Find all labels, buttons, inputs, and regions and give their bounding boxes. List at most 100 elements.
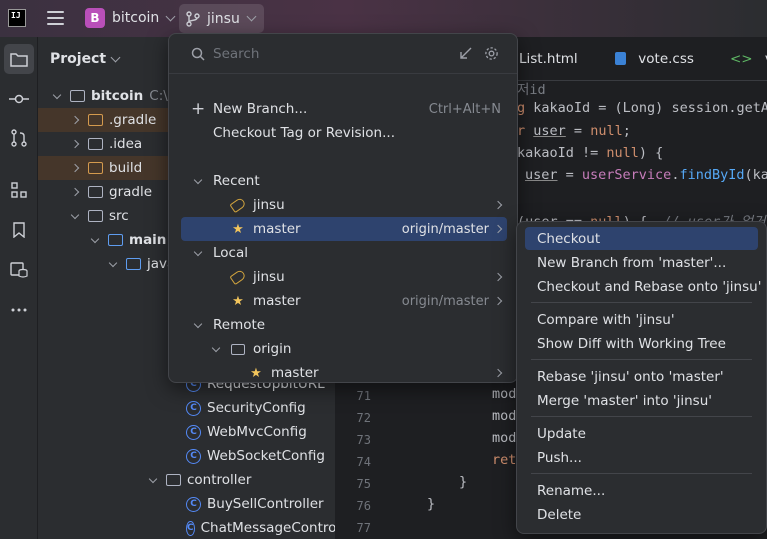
tree-label: WebSocketConfig xyxy=(207,448,325,464)
section-label: Local xyxy=(213,245,248,261)
class-icon: C xyxy=(186,424,201,440)
main-menu-icon[interactable] xyxy=(47,11,64,25)
tree-row-class[interactable]: C WebSocketConfig xyxy=(38,444,335,468)
delete-item[interactable]: Delete xyxy=(525,503,758,526)
branch-name: master xyxy=(253,293,301,309)
intellij-logo: IJ xyxy=(8,9,26,27)
tree-label: WebMvcConfig xyxy=(207,424,307,440)
branch-item[interactable]: jinsu xyxy=(169,193,517,217)
folder-blue-icon xyxy=(108,234,123,246)
tree-label: gradle xyxy=(109,184,153,200)
tree-label: SecurityConfig xyxy=(207,400,306,416)
folder-icon xyxy=(88,186,103,198)
merge-item[interactable]: Merge 'master' into 'jinsu' xyxy=(525,389,758,412)
tracking-branch: origin/master xyxy=(401,293,489,309)
update-item[interactable]: Update xyxy=(525,422,758,445)
tree-label: controller xyxy=(187,472,252,488)
folder-label: origin xyxy=(253,341,292,357)
branch-search-input[interactable] xyxy=(213,44,443,64)
code-line: 저id xyxy=(517,82,546,98)
commit-tool-icon[interactable] xyxy=(4,84,34,114)
tab-list-html[interactable]: List.html xyxy=(519,51,578,67)
tree-label: main xyxy=(129,232,167,248)
project-switcher[interactable]: B bitcoin xyxy=(80,6,179,30)
expand-arrow-icon xyxy=(193,319,203,328)
panel-title-text: Project xyxy=(50,51,107,67)
rebase-item[interactable]: Rebase 'jinsu' onto 'master' xyxy=(525,365,758,388)
code-line: r user = null; xyxy=(517,123,631,139)
branch-item[interactable]: ★ master origin/master xyxy=(169,289,517,313)
collapse-arrow-icon xyxy=(70,163,80,173)
more-tools-icon[interactable] xyxy=(4,295,34,325)
expand-arrow-icon xyxy=(52,90,62,99)
show-diff-item[interactable]: Show Diff with Working Tree xyxy=(525,332,758,355)
tree-label: BuySellController xyxy=(207,496,324,512)
section-local[interactable]: Local xyxy=(169,241,517,265)
line-number: 77 xyxy=(356,521,371,535)
push-item[interactable]: Push... xyxy=(525,446,758,469)
folder-orange-icon xyxy=(88,114,103,126)
chevron-down-icon xyxy=(110,52,121,62)
pull-requests-icon[interactable] xyxy=(4,123,34,153)
folder-icon xyxy=(88,210,103,222)
expand-arrow-icon xyxy=(193,247,203,256)
tree-row-class[interactable]: C BuySellController xyxy=(38,492,335,516)
expand-arrow-icon xyxy=(193,175,203,184)
branch-item-selected[interactable]: ★ master origin/master xyxy=(181,217,507,241)
new-branch-item[interactable]: + New Branch... Ctrl+Alt+N xyxy=(169,97,517,121)
code-line: mod xyxy=(492,408,517,424)
star-icon: ★ xyxy=(232,293,244,309)
gear-icon[interactable] xyxy=(484,46,499,61)
code-line: } xyxy=(427,496,436,512)
section-label: Recent xyxy=(213,173,260,189)
collapse-arrow-icon xyxy=(70,115,80,125)
tree-label: build xyxy=(109,160,143,176)
collapse-arrow-icon xyxy=(70,139,80,149)
tree-row-class[interactable]: C ChatMessageControl xyxy=(38,516,335,539)
tree-row-class[interactable]: C WebMvcConfig xyxy=(38,420,335,444)
folder-icon xyxy=(231,343,245,355)
compare-with-item[interactable]: Compare with 'jinsu' xyxy=(525,308,758,331)
rename-item[interactable]: Rename... xyxy=(525,479,758,502)
branch-item[interactable]: ★ master xyxy=(169,361,517,382)
tree-row-controller[interactable]: controller xyxy=(38,468,335,492)
branch-actions-menu: Checkout New Branch from 'master'... Che… xyxy=(516,221,767,534)
project-tool-icon[interactable] xyxy=(4,44,34,74)
bookmarks-icon[interactable] xyxy=(4,215,34,245)
tab-vo[interactable]: <> vo xyxy=(730,51,767,67)
tag-icon xyxy=(229,268,247,286)
submenu-arrow-icon xyxy=(493,224,503,234)
checkout-rebase-item[interactable]: Checkout and Rebase onto 'jinsu' xyxy=(525,275,761,298)
remote-origin-folder[interactable]: origin xyxy=(169,337,517,361)
line-number: 72 xyxy=(356,411,371,425)
branch-name: master xyxy=(253,221,301,237)
module-folder-icon xyxy=(70,90,85,102)
project-panel-title[interactable]: Project xyxy=(50,51,121,67)
collapse-arrows-icon[interactable] xyxy=(458,47,472,61)
menu-label: New Branch... xyxy=(213,101,308,117)
section-recent[interactable]: Recent xyxy=(169,169,517,193)
database-icon[interactable] xyxy=(4,255,34,285)
tab-vote-css[interactable]: vote.css xyxy=(615,51,694,67)
tree-row-class[interactable]: C SecurityConfig xyxy=(38,396,335,420)
line-number: 74 xyxy=(356,455,371,469)
tree-label: .idea xyxy=(109,136,143,152)
branch-item[interactable]: jinsu xyxy=(169,265,517,289)
checkout-menu-item[interactable]: Checkout xyxy=(525,227,758,250)
new-branch-from-item[interactable]: New Branch from 'master'... xyxy=(525,251,758,274)
code-line: kakaoId != null) { xyxy=(517,145,664,161)
chevron-down-icon xyxy=(165,11,176,21)
submenu-arrow-icon xyxy=(493,368,503,378)
menu-divider xyxy=(531,302,752,303)
current-branch-name: jinsu xyxy=(207,10,240,27)
menu-label: Checkout Tag or Revision... xyxy=(213,125,395,141)
tool-window-strip xyxy=(0,37,38,539)
menu-divider xyxy=(531,473,752,474)
section-remote[interactable]: Remote xyxy=(169,313,517,337)
vcs-branch-widget[interactable]: jinsu xyxy=(179,4,264,33)
line-number: 75 xyxy=(356,477,371,491)
structure-icon[interactable] xyxy=(4,175,34,205)
menu-divider xyxy=(531,359,752,360)
collapse-arrow-icon xyxy=(70,187,80,197)
checkout-tag-item[interactable]: Checkout Tag or Revision... xyxy=(169,121,517,145)
